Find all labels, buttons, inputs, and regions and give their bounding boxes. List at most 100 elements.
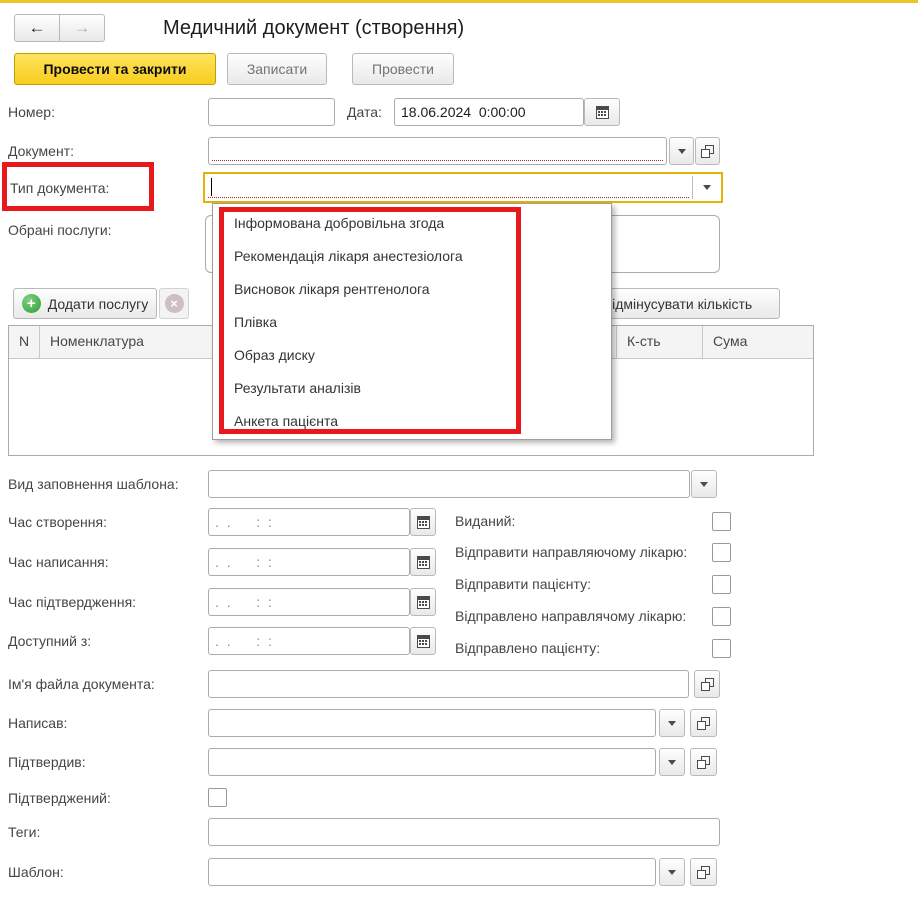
written-by-dropdown-button[interactable]: [659, 709, 685, 737]
post-and-close-button[interactable]: Провести та закрити: [14, 53, 216, 85]
dropdown-item[interactable]: Рекомендація лікаря анестезіолога: [213, 240, 611, 273]
send-patient-label: Відправити пацієнту:: [455, 575, 591, 594]
datetime-placeholder: . . : :: [209, 589, 409, 615]
dropdown-item[interactable]: Висновок лікаря рентгенолога: [213, 273, 611, 306]
document-label: Документ:: [8, 137, 74, 165]
calendar-icon: [417, 556, 430, 569]
save-button[interactable]: Записати: [227, 53, 327, 85]
send-referring-doctor-checkbox[interactable]: [712, 543, 731, 562]
date-input[interactable]: 18.06.2024 0:00:00: [394, 98, 584, 126]
dropdown-item[interactable]: Анкета пацієнта: [213, 405, 611, 438]
dropdown-item[interactable]: Результати аналізів: [213, 372, 611, 405]
add-service-label: Додати послугу: [48, 296, 149, 312]
time-written-calendar-button[interactable]: [410, 548, 436, 576]
choose-icon: [697, 866, 710, 879]
time-confirmed-label: Час підтвердження:: [8, 588, 136, 616]
written-by-choose-button[interactable]: [690, 709, 717, 737]
number-input[interactable]: [208, 98, 335, 126]
template-dropdown-button[interactable]: [659, 858, 685, 886]
written-by-input[interactable]: [208, 709, 656, 737]
time-confirmed-calendar-button[interactable]: [410, 588, 436, 616]
datetime-placeholder: . . : :: [209, 628, 409, 654]
add-service-button[interactable]: + Додати послугу: [13, 288, 157, 319]
time-created-input[interactable]: . . : :: [208, 508, 410, 536]
calendar-icon: [596, 106, 609, 119]
template-fill-kind-dropdown-button[interactable]: [691, 470, 717, 498]
number-label: Номер:: [8, 98, 55, 126]
chevron-down-icon: [703, 185, 711, 190]
date-calendar-button[interactable]: [584, 98, 620, 126]
doc-type-label: Тип документа:: [10, 174, 109, 202]
time-created-calendar-button[interactable]: [410, 508, 436, 536]
forward-button[interactable]: →: [59, 14, 105, 42]
issued-label: Виданий:: [455, 512, 515, 531]
back-arrow-icon: ←: [29, 18, 46, 38]
back-button[interactable]: ←: [14, 14, 60, 42]
confirmed-by-dropdown-button[interactable]: [659, 748, 685, 776]
is-confirmed-checkbox[interactable]: [208, 788, 227, 807]
forward-arrow-icon: →: [74, 18, 91, 38]
time-created-label: Час створення:: [8, 508, 107, 536]
calendar-icon: [417, 516, 430, 529]
time-written-input[interactable]: . . : :: [208, 548, 410, 576]
template-label: Шаблон:: [8, 858, 64, 886]
available-from-label: Доступний з:: [8, 627, 91, 655]
top-accent-strip: [0, 0, 918, 3]
file-name-input[interactable]: [208, 670, 689, 698]
time-written-label: Час написання:: [8, 548, 109, 576]
confirmed-by-label: Підтвердив:: [8, 748, 86, 776]
confirmed-by-input[interactable]: [208, 748, 656, 776]
page-title: Медичний документ (створення): [163, 13, 464, 43]
medical-document-form: ← → Медичний документ (створення) Провес…: [0, 0, 918, 897]
doc-type-input[interactable]: [203, 172, 723, 203]
doc-type-dropdown-button[interactable]: [693, 174, 721, 201]
template-fill-kind-label: Вид заповнення шаблона:: [8, 470, 179, 498]
chevron-down-icon: [668, 721, 676, 726]
tags-label: Теги:: [8, 818, 40, 846]
sent-patient-label: Відправлено пацієнту:: [455, 639, 600, 658]
chevron-down-icon: [678, 149, 686, 154]
column-header-qty[interactable]: К-сть: [617, 326, 703, 358]
confirmed-by-choose-button[interactable]: [690, 748, 717, 776]
written-by-label: Написав:: [8, 709, 67, 737]
dropdown-item[interactable]: Образ диску: [213, 339, 611, 372]
calendar-icon: [417, 635, 430, 648]
datetime-placeholder: . . : :: [209, 509, 409, 535]
template-fill-kind-input[interactable]: [208, 470, 690, 498]
column-header-sum[interactable]: Сума: [703, 326, 813, 358]
required-underline: [212, 160, 663, 161]
choose-icon: [697, 756, 710, 769]
calendar-icon: [417, 596, 430, 609]
delete-icon: ×: [165, 294, 184, 313]
dropdown-item[interactable]: Інформована добровільна згода: [213, 207, 611, 240]
document-choose-button[interactable]: [695, 137, 720, 165]
send-patient-checkbox[interactable]: [712, 575, 731, 594]
document-input[interactable]: [208, 137, 667, 165]
post-button[interactable]: Провести: [352, 53, 454, 85]
column-header-n[interactable]: N: [9, 326, 40, 358]
choose-icon: [701, 145, 714, 158]
available-from-calendar-button[interactable]: [410, 627, 436, 655]
time-confirmed-input[interactable]: . . : :: [208, 588, 410, 616]
chevron-down-icon: [668, 870, 676, 875]
sent-referring-doctor-label: Відправлено направлячому лікарю:: [455, 607, 686, 626]
text-caret: [211, 178, 212, 196]
tags-input[interactable]: [208, 818, 720, 846]
send-referring-doctor-label: Відправити направляючому лікарю:: [455, 543, 687, 562]
template-choose-button[interactable]: [690, 858, 717, 886]
date-value: 18.06.2024 0:00:00: [395, 99, 583, 125]
chevron-down-icon: [668, 760, 676, 765]
add-icon: +: [22, 294, 41, 313]
template-input[interactable]: [208, 858, 656, 886]
available-from-input[interactable]: . . : :: [208, 627, 410, 655]
sent-patient-checkbox[interactable]: [712, 639, 731, 658]
delete-service-button[interactable]: ×: [159, 288, 189, 319]
chevron-down-icon: [700, 482, 708, 487]
document-dropdown-button[interactable]: [669, 137, 694, 165]
dropdown-item[interactable]: Плівка: [213, 306, 611, 339]
sent-referring-doctor-checkbox[interactable]: [712, 607, 731, 626]
is-confirmed-label: Підтверджений:: [8, 784, 111, 812]
issued-checkbox[interactable]: [712, 512, 731, 531]
selected-services-label: Обрані послуги:: [8, 216, 112, 244]
file-name-choose-button[interactable]: [694, 670, 720, 698]
